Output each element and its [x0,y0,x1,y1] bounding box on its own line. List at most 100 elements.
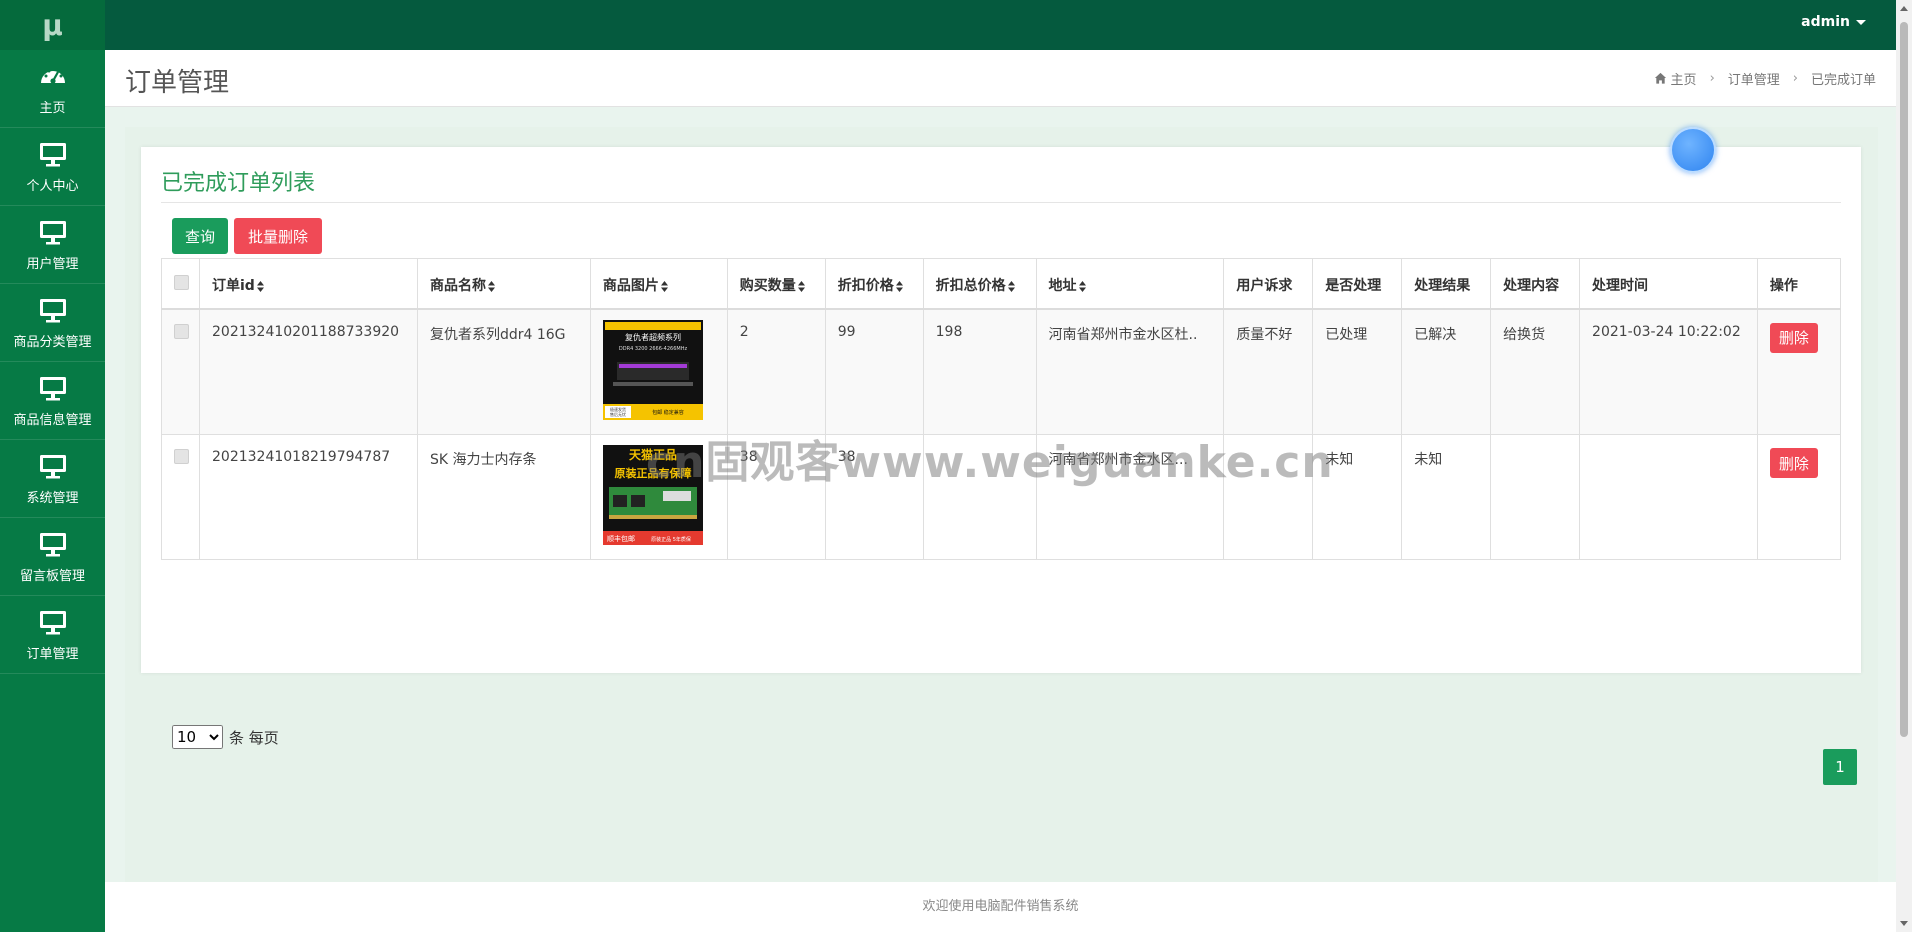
caret-down-icon [1856,19,1866,25]
delete-button[interactable]: 删除 [1769,448,1818,478]
dashboard-icon [38,61,68,91]
sidebar-item-label: 个人中心 [26,179,79,194]
page-scrollbar[interactable] [1896,0,1912,932]
order-id: 202132410182197947​87 [199,434,418,560]
product-image: 复仇者超频系列 DDR4 3200 2666-4266MHz 极速发货 售后无忧… [602,319,703,420]
product-image-cell: 复仇者超频系列 DDR4 3200 2666-4266MHz 极速发货 售后无忧… [589,308,728,435]
handle-result: 未知 [1401,434,1492,560]
page-number-button[interactable]: 1 [1823,749,1857,785]
monitor-icon [38,295,68,325]
divider [161,202,1841,203]
col-content: 处理内容 [1490,258,1581,310]
row-select-cell [161,308,200,435]
order-list-panel: 已完成订单列表 查询 批量删除 订单id 商品名称 商品图片 购买数量 折扣价格… [141,147,1861,785]
monitor-icon [38,451,68,481]
select-all-checkbox[interactable] [174,275,189,290]
content-area: 已完成订单列表 查询 批量删除 订单id 商品名称 商品图片 购买数量 折扣价格… [125,127,1878,882]
image-text: DDR4 3200 2666-4266MHz [619,346,688,352]
scroll-up-icon[interactable] [1900,6,1908,11]
sort-icon [256,280,264,292]
handled-status: 未知 [1312,434,1403,560]
discount-price: 99 [824,308,924,435]
image-text: 售后无忧 [610,411,626,417]
col-product-name[interactable]: 商品名称 [416,258,591,310]
col-discount-price[interactable]: 折扣价格 [824,258,924,310]
image-text: 原装正品有保障 [614,466,691,480]
chevron-right-icon: › [1709,71,1715,86]
page-title: 订单管理 [125,68,230,98]
sort-icon [1007,280,1015,292]
sidebar-item-messages[interactable]: 留言板管理 [0,518,105,596]
select-all-cell [161,258,200,310]
monitor-icon [38,529,68,559]
batch-delete-button[interactable]: 批量删除 [234,218,322,254]
col-quantity[interactable]: 购买数量 [726,258,826,310]
col-result: 处理结果 [1401,258,1492,310]
discount-total: 198 [922,308,1037,435]
logo: μ [0,0,105,50]
image-text: 包邮 稳定兼容 [652,409,684,416]
breadcrumb-orders[interactable]: 订单管理 [1728,69,1780,88]
product-image: 天猫正品 原装正品有保障 顺丰包邮 原装正品 5年质保 [602,445,703,545]
query-button[interactable]: 查询 [172,218,228,254]
sort-icon [797,280,805,292]
breadcrumb: 主页 › 订单管理 › 已完成订单 [1654,69,1876,88]
sidebar-item-users[interactable]: 用户管理 [0,206,105,284]
image-text: 复仇者超频系列 [625,332,681,342]
address: 河南省郑州市金水区杜.. [1035,308,1225,435]
action-cell: 删除 [1756,434,1842,560]
breadcrumb-current: 已完成订单 [1810,73,1876,88]
breadcrumb-home[interactable]: 主页 [1671,69,1697,88]
handle-content: 给换货 [1490,308,1581,435]
handle-result: 已解决 [1401,308,1492,435]
scroll-down-icon[interactable] [1900,921,1908,926]
discount-total [922,434,1037,560]
image-text: 天猫正品 [629,447,677,462]
scroll-thumb[interactable] [1900,22,1908,737]
floating-assistant-button[interactable] [1670,127,1716,173]
image-text: 原装正品 5年质保 [651,536,691,543]
col-action: 操作 [1756,258,1842,310]
handle-content [1490,434,1581,560]
page-size-label: 条 每页 [229,728,279,747]
sidebar-item-system[interactable]: 系统管理 [0,440,105,518]
top-bar: admin [105,0,1912,50]
sidebar-item-home[interactable]: 主页 [0,50,105,128]
order-id: 202132410201188733920 [199,308,418,435]
address: 河南省郑州市金水区... [1035,434,1225,560]
user-demand [1223,434,1314,560]
sidebar-item-label: 留言板管理 [19,569,85,584]
sort-icon [895,280,903,292]
chevron-right-icon: › [1792,71,1798,86]
user-name: admin [1801,14,1850,30]
sort-icon [660,280,668,292]
sidebar-item-orders[interactable]: 订单管理 [0,596,105,674]
sidebar-item-label: 用户管理 [26,257,79,272]
monitor-icon [38,139,68,169]
row-select-cell [161,434,200,560]
col-order-id[interactable]: 订单id [199,258,418,310]
sort-icon [487,280,495,292]
row-checkbox[interactable] [174,323,189,339]
user-menu[interactable]: admin [1801,14,1866,30]
col-product-image[interactable]: 商品图片 [589,258,728,310]
quantity: 38 [726,434,826,560]
panel-title: 已完成订单列表 [161,171,316,196]
sidebar-item-product[interactable]: 商品信息管理 [0,362,105,440]
handle-time [1579,434,1758,560]
monitor-icon [38,217,68,247]
page-size-select[interactable]: 10 [172,725,223,749]
row-checkbox[interactable] [174,449,189,464]
col-discount-total[interactable]: 折扣总价格 [922,258,1037,310]
sort-icon [1078,280,1086,292]
sidebar-item-label: 主页 [39,101,66,116]
sidebar-item-label: 系统管理 [26,491,79,506]
home-icon [1654,72,1666,84]
order-table: 订单id 商品名称 商品图片 购买数量 折扣价格 折扣总价格 地址 用户诉求 是… [161,258,1842,560]
sidebar-item-category[interactable]: 商品分类管理 [0,284,105,362]
col-demand: 用户诉求 [1223,258,1314,310]
user-demand: 质量不好 [1223,308,1314,435]
col-address[interactable]: 地址 [1035,258,1225,310]
delete-button[interactable]: 删除 [1769,322,1818,353]
sidebar-item-profile[interactable]: 个人中心 [0,128,105,206]
